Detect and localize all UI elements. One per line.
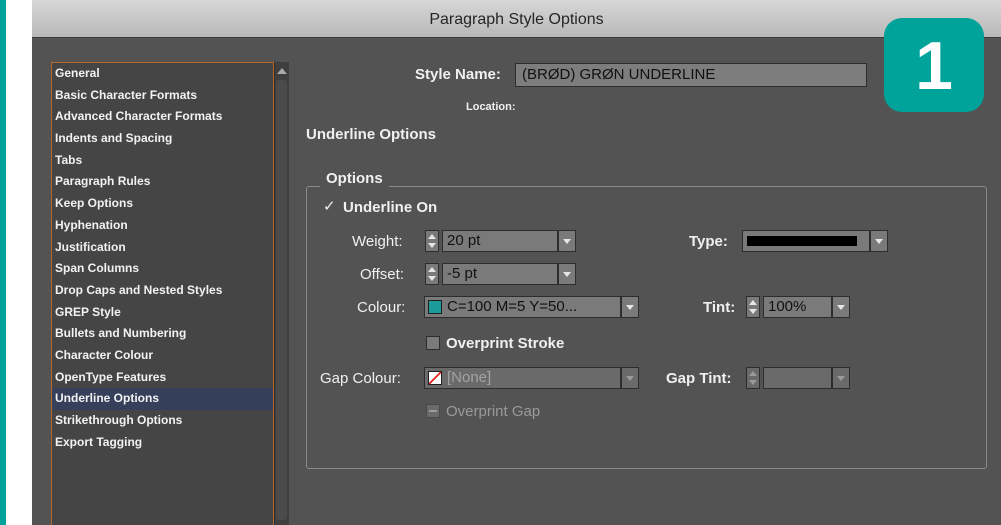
gap-tint-field[interactable] — [763, 367, 832, 389]
stepper-down-icon[interactable] — [749, 380, 757, 385]
gap-tint-label: Gap Tint: — [666, 370, 732, 387]
title-bar[interactable]: Paragraph Style Options — [32, 0, 1001, 38]
style-name-label: Style Name: — [415, 66, 501, 83]
overprint-stroke-checkbox[interactable] — [426, 336, 440, 350]
underline-on-checkbox[interactable]: ✓ — [323, 199, 337, 214]
sidebar-item-keep-options[interactable]: Keep Options — [52, 193, 273, 215]
indeterminate-dash-icon — [429, 410, 437, 412]
type-dropdown-arrow-icon[interactable] — [870, 230, 888, 252]
sidebar-scroll-thumb[interactable] — [276, 80, 287, 520]
sidebar-item-character-colour[interactable]: Character Colour — [52, 345, 273, 367]
colour-dropdown[interactable]: C=100 M=5 Y=50... — [424, 296, 621, 318]
offset-dropdown-icon[interactable] — [558, 263, 576, 285]
none-swatch-icon — [428, 371, 442, 385]
tint-field[interactable]: 100% — [763, 296, 832, 318]
type-label: Type: — [689, 233, 728, 250]
section-title: Underline Options — [306, 126, 437, 143]
teal-edge-strip — [0, 0, 6, 525]
stepper-down-icon[interactable] — [428, 276, 436, 281]
sidebar-item-bullets-and-numbering[interactable]: Bullets and Numbering — [52, 323, 273, 345]
weight-field[interactable]: 20 pt — [442, 230, 558, 252]
overprint-stroke-label: Overprint Stroke — [446, 335, 565, 352]
gap-colour-dropdown-arrow-icon[interactable] — [621, 367, 639, 389]
paragraph-style-options-dialog: Paragraph Style Options General Basic Ch… — [32, 0, 1001, 525]
stepper-down-icon[interactable] — [428, 243, 436, 248]
solid-line-icon — [747, 236, 857, 246]
weight-dropdown-icon[interactable] — [558, 230, 576, 252]
sidebar-item-paragraph-rules[interactable]: Paragraph Rules — [52, 171, 273, 193]
overprint-gap-checkbox[interactable] — [426, 404, 440, 418]
sidebar-item-strikethrough-options[interactable]: Strikethrough Options — [52, 410, 273, 432]
sidebar-item-basic-character-formats[interactable]: Basic Character Formats — [52, 85, 273, 107]
sidebar-item-general[interactable]: General — [52, 63, 273, 85]
offset-label: Offset: — [360, 266, 404, 283]
sidebar-item-drop-caps[interactable]: Drop Caps and Nested Styles — [52, 280, 273, 302]
tint-label: Tint: — [703, 299, 736, 316]
options-group — [306, 186, 987, 469]
window-title: Paragraph Style Options — [429, 11, 604, 28]
stepper-up-icon[interactable] — [749, 300, 757, 305]
sidebar-item-underline-options[interactable]: Underline Options — [52, 388, 273, 410]
scroll-up-arrow-icon[interactable] — [277, 68, 287, 74]
location-label: Location: — [466, 101, 516, 113]
sidebar-item-tabs[interactable]: Tabs — [52, 150, 273, 172]
overprint-gap-label: Overprint Gap — [446, 403, 541, 420]
sidebar-item-hyphenation[interactable]: Hyphenation — [52, 215, 273, 237]
colour-label: Colour: — [357, 299, 406, 316]
stepper-down-icon[interactable] — [749, 309, 757, 314]
sidebar-item-grep-style[interactable]: GREP Style — [52, 302, 273, 324]
tint-dropdown-icon[interactable] — [832, 296, 850, 318]
colour-dropdown-arrow-icon[interactable] — [621, 296, 639, 318]
stepper-up-icon[interactable] — [749, 371, 757, 376]
style-name-input[interactable]: (BRØD) GRØN UNDERLINE — [515, 63, 867, 87]
sidebar-item-indents-and-spacing[interactable]: Indents and Spacing — [52, 128, 273, 150]
step-number-badge: 1 — [884, 18, 984, 112]
gap-tint-stepper[interactable] — [746, 367, 760, 389]
offset-field[interactable]: -5 pt — [442, 263, 558, 285]
sidebar-item-justification[interactable]: Justification — [52, 237, 273, 259]
weight-stepper[interactable] — [425, 230, 439, 252]
colour-swatch-icon — [428, 300, 442, 314]
type-dropdown[interactable] — [742, 230, 870, 252]
gap-colour-label: Gap Colour: — [320, 370, 401, 387]
offset-stepper[interactable] — [425, 263, 439, 285]
options-legend: Options — [320, 170, 389, 187]
sidebar-item-opentype-features[interactable]: OpenType Features — [52, 367, 273, 389]
sidebar-item-advanced-character-formats[interactable]: Advanced Character Formats — [52, 106, 273, 128]
sidebar-item-span-columns[interactable]: Span Columns — [52, 258, 273, 280]
stepper-up-icon[interactable] — [428, 267, 436, 272]
category-list[interactable]: General Basic Character Formats Advanced… — [51, 62, 274, 525]
stepper-up-icon[interactable] — [428, 234, 436, 239]
sidebar-item-export-tagging[interactable]: Export Tagging — [52, 432, 273, 454]
underline-on-label: Underline On — [343, 199, 438, 216]
gap-colour-dropdown[interactable]: [None] — [424, 367, 621, 389]
gap-tint-dropdown-icon[interactable] — [832, 367, 850, 389]
tint-stepper[interactable] — [746, 296, 760, 318]
weight-label: Weight: — [352, 233, 403, 250]
